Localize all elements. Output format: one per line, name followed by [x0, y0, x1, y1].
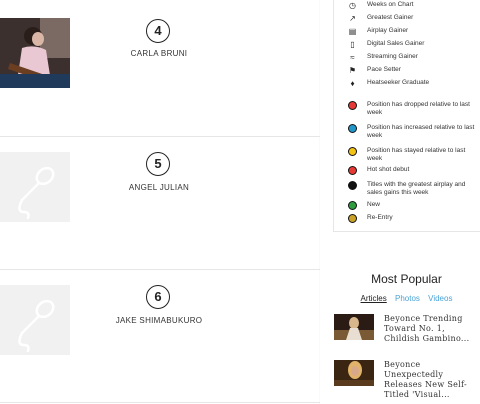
- chart-row-5[interactable]: 5 ANGEL JULIAN: [0, 137, 320, 271]
- artist-name[interactable]: ANGEL JULIAN: [100, 183, 218, 192]
- artist-name[interactable]: CARLA BRUNI: [100, 49, 218, 58]
- radio-icon: ▤: [348, 27, 357, 36]
- chart-legend: ◷ Weeks on Chart ↗ Greatest Gainer ▤ Air…: [333, 0, 480, 232]
- article-thumbnail[interactable]: [334, 314, 374, 340]
- flag-icon: ⚑: [348, 66, 357, 75]
- phone-icon: ▯: [350, 40, 355, 49]
- microphone-icon: [18, 299, 55, 353]
- trend-up-icon: ↗: [349, 14, 356, 23]
- article-item[interactable]: Beyonce Trending Toward No. 1, Childish …: [334, 314, 480, 354]
- flame-icon: ♦: [350, 79, 355, 88]
- tab-articles[interactable]: Articles: [361, 294, 387, 303]
- wifi-icon: ≈: [350, 53, 355, 62]
- new-dot-icon: [348, 201, 357, 210]
- chart-row-4[interactable]: 4 CARLA BRUNI: [0, 0, 320, 134]
- rank-badge: 5: [146, 152, 170, 176]
- tab-photos[interactable]: Photos: [395, 294, 420, 303]
- artist-photo-placeholder[interactable]: [0, 285, 70, 355]
- clock-icon: ◷: [349, 1, 356, 10]
- re-entry-dot-icon: [348, 214, 357, 223]
- dropped-dot-icon: [348, 101, 357, 110]
- chart-row-6[interactable]: 6 JAKE SHIMABUKURO: [0, 270, 320, 404]
- row-divider: [0, 402, 320, 403]
- microphone-icon: [18, 166, 55, 220]
- article-thumbnail[interactable]: [334, 360, 374, 386]
- tab-videos[interactable]: Videos: [428, 294, 452, 303]
- most-popular-tabs: Articles Photos Videos: [333, 294, 480, 303]
- artist-photo-image: [0, 18, 70, 88]
- hot-shot-dot-icon: [348, 166, 357, 175]
- article-title[interactable]: Beyonce Trending Toward No. 1, Childish …: [384, 314, 480, 344]
- rank-badge: 4: [146, 19, 170, 43]
- artist-photo-placeholder[interactable]: [0, 152, 70, 222]
- article-title[interactable]: Beyonce Unexpectedly Releases New Self-T…: [384, 360, 480, 400]
- most-popular-title: Most Popular: [371, 272, 442, 286]
- greatest-gains-dot-icon: [348, 181, 357, 190]
- increased-dot-icon: [348, 124, 357, 133]
- article-item[interactable]: Beyonce Unexpectedly Releases New Self-T…: [334, 360, 480, 400]
- stayed-dot-icon: [348, 147, 357, 156]
- artist-photo[interactable]: [0, 18, 70, 88]
- rank-badge: 6: [146, 285, 170, 309]
- artist-name[interactable]: JAKE SHIMABUKURO: [100, 316, 218, 325]
